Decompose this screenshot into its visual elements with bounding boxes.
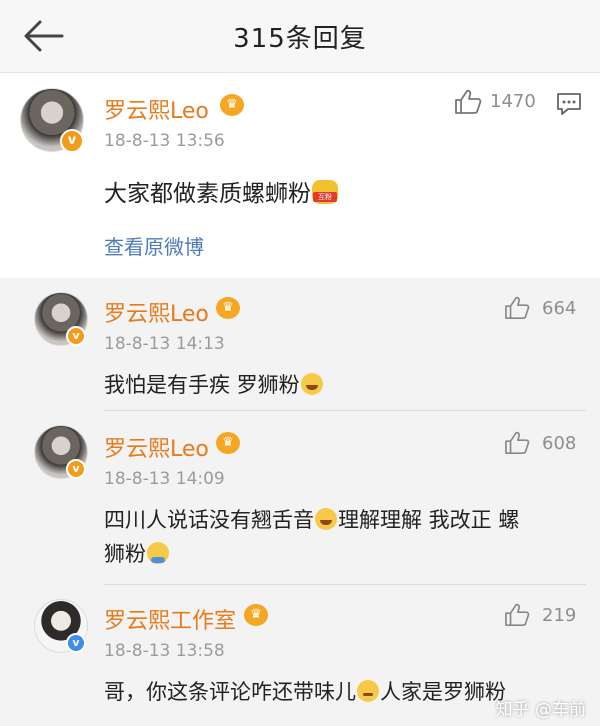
watermark: 知乎 @车前 — [495, 700, 586, 720]
crown-icon: ♛ — [216, 432, 240, 454]
view-original-weibo-link[interactable]: 查看原微博 — [104, 231, 204, 260]
comment-text: 大家都做素质螺蛳粉 — [104, 177, 339, 211]
thinking-emoji-icon — [357, 680, 379, 702]
timestamp: 18-8-13 14:09 — [104, 469, 225, 489]
comment-icon[interactable] — [556, 92, 582, 120]
like-count: 1470 — [490, 91, 536, 112]
reply-text-part: 我怕是有手疾 罗狮粉 — [104, 373, 300, 397]
username[interactable]: 罗云熙Leo — [104, 296, 209, 328]
timestamp: 18-8-13 13:58 — [104, 641, 225, 661]
thumbs-up-icon[interactable] — [454, 89, 482, 119]
reply-item: v 罗云熙Leo ♛ 18-8-13 14:13 664 我怕是有手疾 罗狮粉 — [0, 278, 600, 410]
reply-text-part: 人家是罗狮粉 — [380, 680, 506, 704]
username[interactable]: 罗云熙Leo — [104, 431, 209, 463]
laughing-emoji-icon — [315, 508, 337, 530]
like-count: 608 — [542, 433, 577, 454]
crown-icon: ♛ — [220, 94, 244, 116]
thumbs-up-icon[interactable] — [504, 431, 530, 459]
username[interactable]: 罗云熙Leo — [104, 93, 209, 125]
crown-icon: ♛ — [244, 604, 268, 626]
comment-text-main: 大家都做素质螺蛳粉 — [104, 181, 311, 207]
verified-badge-icon: v — [60, 129, 84, 153]
verified-badge-icon: v — [66, 633, 86, 653]
username[interactable]: 罗云熙工作室 — [104, 603, 236, 635]
laughing-emoji-icon — [300, 373, 323, 395]
reply-text: 哥，你这条评论咋还带味儿 人家是罗狮粉 — [104, 675, 506, 709]
thumbs-up-icon[interactable] — [504, 603, 530, 631]
main-comment: v 罗云熙Leo ♛ 18-8-13 13:56 1470 大家都做素质螺蛳粉 … — [0, 73, 600, 278]
page-title: 315条回复 — [233, 24, 367, 54]
reply-text: 四川人说话没有翘舌音 理解理解 我改正 螺 狮粉 — [104, 503, 584, 571]
reply-item: v 罗云熙Leo ♛ 18-8-13 14:09 608 四川人说话没有翘舌音理… — [0, 411, 600, 584]
verified-badge-icon: v — [66, 459, 86, 479]
reply-text: 我怕是有手疾 罗狮粉 — [104, 368, 324, 402]
like-count: 664 — [542, 298, 577, 319]
hugging-emoji-icon — [147, 542, 169, 564]
like-count: 219 — [542, 605, 577, 626]
reply-text-part: 四川人说话没有翘舌音 — [104, 508, 314, 532]
thumbs-up-icon[interactable] — [504, 296, 530, 324]
reply-text-part: 狮粉 — [104, 542, 146, 566]
crown-icon: ♛ — [216, 297, 240, 319]
reply-text-part: 理解理解 我改正 螺 — [338, 508, 520, 532]
top-bar: 315条回复 — [0, 0, 600, 73]
timestamp: 18-8-13 13:56 — [104, 131, 225, 151]
mutual-fans-emoji-icon — [312, 180, 338, 204]
verified-badge-icon: v — [66, 326, 86, 346]
timestamp: 18-8-13 14:13 — [104, 334, 225, 354]
reply-text-part: 哥，你这条评论咋还带味儿 — [104, 680, 356, 704]
